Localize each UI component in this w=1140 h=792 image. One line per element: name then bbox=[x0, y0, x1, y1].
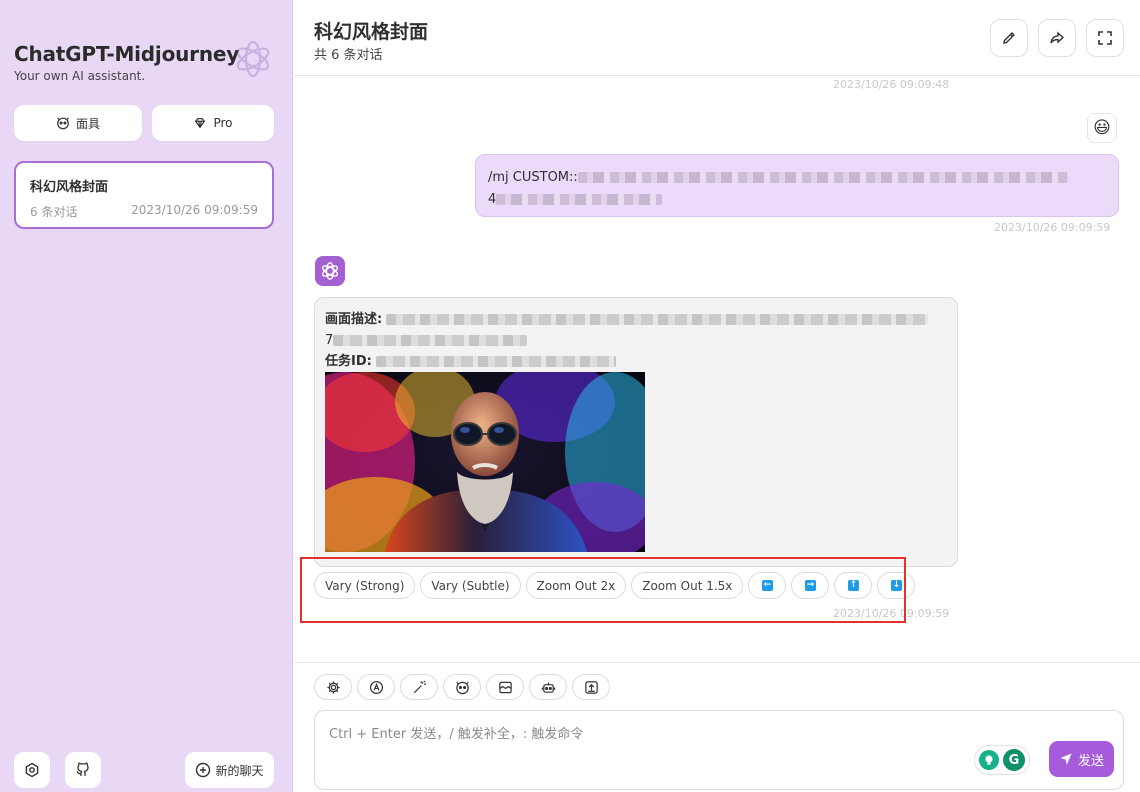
zoom-out-1-5x-button[interactable]: Zoom Out 1.5x bbox=[631, 572, 744, 599]
arrow-down-icon: ↓ bbox=[890, 580, 902, 591]
chat-input-panel: Ctrl + Enter 发送，/ 触发补全，: 触发命令 G 发送 bbox=[294, 662, 1140, 792]
chat-item-title: 科幻风格封面 bbox=[30, 180, 109, 195]
mask-tool-button[interactable] bbox=[443, 674, 481, 700]
redacted-text bbox=[496, 194, 663, 205]
chat-header: 科幻风格封面 共 6 条对话 bbox=[294, 0, 1140, 76]
redacted-text bbox=[375, 356, 616, 367]
chat-list-item[interactable]: 科幻风格封面 6 条对话 2023/10/26 09:09:59 bbox=[14, 161, 274, 229]
github-icon bbox=[76, 762, 89, 776]
extension-icons[interactable]: G bbox=[974, 745, 1030, 775]
model-button[interactable] bbox=[529, 674, 567, 700]
zoom-out-2x-button[interactable]: Zoom Out 2x bbox=[525, 572, 627, 599]
share-icon bbox=[1050, 31, 1065, 44]
user-line-prefix: 4 bbox=[488, 192, 497, 207]
description-line-prefix: 7 bbox=[325, 333, 334, 348]
redacted-text bbox=[386, 314, 929, 325]
input-toolbar bbox=[314, 674, 610, 700]
message-timestamp: 2023/10/26 09:09:59 bbox=[833, 607, 950, 620]
user-message: /mj CUSTOM:: 4 bbox=[475, 154, 1119, 217]
settings-button[interactable] bbox=[14, 752, 50, 788]
user-command-text: /mj CUSTOM:: bbox=[488, 170, 578, 185]
chat-item-date: 2023/10/26 09:09:59 bbox=[131, 203, 258, 217]
vary-strong-button[interactable]: Vary (Strong) bbox=[314, 572, 416, 599]
fullscreen-button[interactable] bbox=[1086, 19, 1124, 57]
pencil-icon bbox=[1003, 32, 1015, 44]
new-chat-button[interactable]: 新的聊天 bbox=[185, 752, 274, 788]
description-label: 画面描述: bbox=[325, 312, 383, 327]
message-list: 2023/10/26 09:09:48 😃 /mj CUSTOM:: 4 202… bbox=[294, 77, 1140, 662]
smiley-icon: 😃 bbox=[1093, 118, 1111, 138]
auto-theme-icon bbox=[369, 680, 383, 694]
github-button[interactable] bbox=[65, 752, 101, 788]
chat-message-count: 共 6 条对话 bbox=[314, 48, 383, 63]
robot-icon bbox=[541, 681, 555, 693]
chat-title: 科幻风格封面 bbox=[314, 21, 429, 43]
redacted-text bbox=[333, 335, 528, 346]
send-button-label: 发送 bbox=[1077, 753, 1104, 769]
break-icon bbox=[498, 681, 512, 693]
pan-up-button[interactable]: ↑ bbox=[834, 572, 873, 599]
generated-image[interactable] bbox=[325, 372, 645, 552]
app-subtitle: Your own AI assistant. bbox=[14, 69, 146, 83]
share-button[interactable] bbox=[1038, 19, 1076, 57]
plus-circle-icon bbox=[196, 762, 211, 778]
pro-button-label: Pro bbox=[213, 116, 233, 130]
app-title: ChatGPT-Midjourney bbox=[14, 42, 240, 66]
bot-avatar bbox=[315, 256, 345, 286]
new-chat-label: 新的聊天 bbox=[215, 763, 264, 778]
redacted-text bbox=[577, 172, 1068, 183]
settings-icon bbox=[25, 762, 39, 778]
openai-logo-icon bbox=[321, 262, 339, 280]
task-id-label: 任务ID: bbox=[325, 354, 372, 369]
generated-image-art bbox=[325, 372, 645, 552]
mask-button-label: 面具 bbox=[75, 116, 100, 131]
expand-icon bbox=[1098, 31, 1112, 45]
mask-icon bbox=[57, 117, 69, 130]
upload-icon bbox=[584, 680, 598, 694]
magic-wand-icon bbox=[413, 680, 426, 693]
pan-right-button[interactable]: → bbox=[791, 572, 830, 599]
bot-message: 画面描述: 7 任务ID: bbox=[314, 297, 958, 567]
mask-icon bbox=[455, 681, 469, 694]
gear-icon bbox=[326, 680, 340, 694]
pro-button[interactable]: Pro bbox=[152, 105, 274, 141]
rename-button[interactable] bbox=[990, 19, 1028, 57]
upload-image-button[interactable] bbox=[572, 674, 610, 700]
midjourney-action-row: Vary (Strong) Vary (Subtle) Zoom Out 2x … bbox=[314, 572, 916, 599]
clear-context-button[interactable] bbox=[486, 674, 524, 700]
message-timestamp: 2023/10/26 09:09:48 bbox=[833, 78, 950, 91]
user-avatar: 😃 bbox=[1087, 113, 1117, 143]
arrow-left-icon: ← bbox=[761, 580, 773, 591]
pan-down-button[interactable]: ↓ bbox=[877, 572, 916, 599]
message-timestamp: 2023/10/26 09:09:59 bbox=[994, 221, 1111, 234]
grammarly-icon[interactable]: G bbox=[1003, 749, 1025, 771]
arrow-right-icon: → bbox=[804, 580, 816, 591]
openai-logo-icon bbox=[236, 40, 270, 78]
vary-subtle-button[interactable]: Vary (Subtle) bbox=[420, 572, 521, 599]
diamond-icon bbox=[195, 118, 206, 129]
prompt-button[interactable] bbox=[400, 674, 438, 700]
mask-button[interactable]: 面具 bbox=[14, 105, 142, 141]
pan-left-button[interactable]: ← bbox=[748, 572, 787, 599]
send-button[interactable]: 发送 bbox=[1049, 741, 1114, 777]
theme-button[interactable] bbox=[357, 674, 395, 700]
arrow-up-icon: ↑ bbox=[847, 580, 859, 591]
lightbulb-extension-icon[interactable] bbox=[979, 750, 999, 770]
sidebar: ChatGPT-Midjourney Your own AI assistant… bbox=[0, 0, 293, 792]
chat-settings-button[interactable] bbox=[314, 674, 352, 700]
send-icon bbox=[1060, 753, 1072, 765]
chat-item-count: 6 条对话 bbox=[30, 205, 78, 219]
